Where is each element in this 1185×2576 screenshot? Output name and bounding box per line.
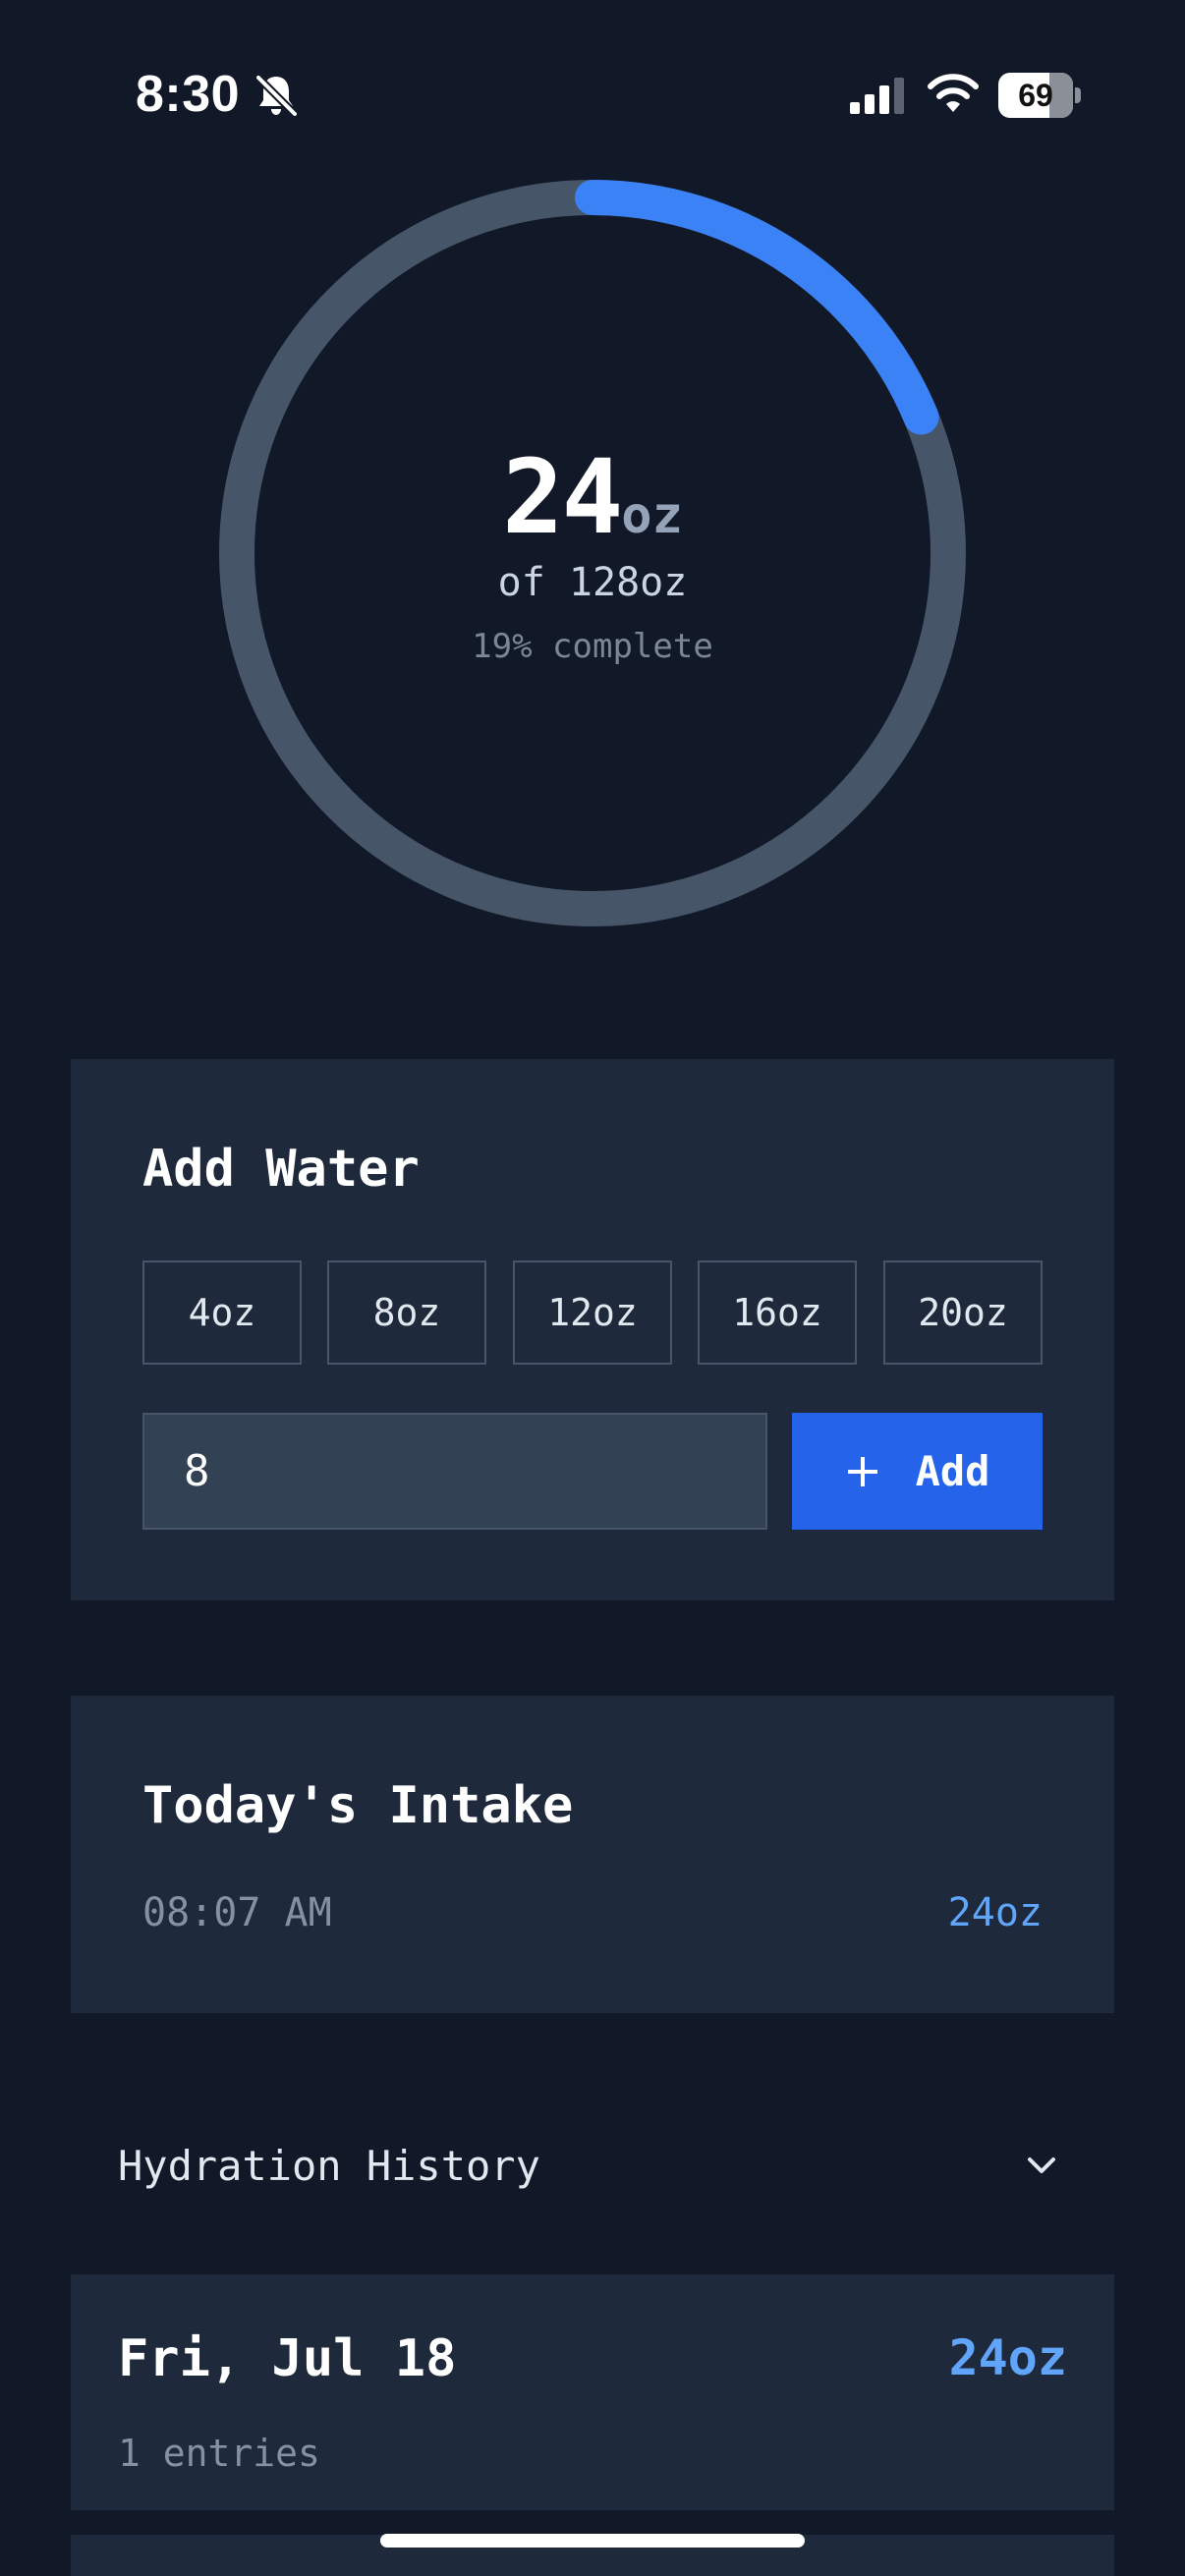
preset-16oz-button[interactable]: 16oz — [698, 1260, 857, 1365]
history-total: 24oz — [948, 2329, 1067, 2386]
progress-unit: oz — [621, 486, 683, 545]
progress-summary: 24oz of 128oz 19% complete — [219, 180, 966, 926]
progress-ring: 24oz of 128oz 19% complete — [219, 180, 966, 926]
preset-12oz-button[interactable]: 12oz — [513, 1260, 672, 1365]
intake-entry-time: 08:07 AM — [142, 1890, 332, 1935]
progress-value: 24 — [502, 437, 623, 557]
water-tracker-screen: 8:30 69 24oz of 128oz 19% complete Add W… — [0, 0, 1185, 2576]
battery-level: 69 — [1018, 78, 1053, 113]
preset-8oz-button[interactable]: 8oz — [327, 1260, 486, 1365]
custom-amount-input[interactable]: 8 — [142, 1413, 767, 1530]
cellular-signal-icon — [850, 78, 904, 114]
bell-slash-icon — [254, 74, 299, 118]
status-bar: 8:30 69 — [0, 0, 1185, 187]
intake-entry-amount: 24oz — [947, 1890, 1043, 1935]
add-water-card: Add Water 4oz 8oz 12oz 16oz 20oz 8 Add — [71, 1059, 1114, 1600]
todays-intake-title: Today's Intake — [142, 1776, 574, 1835]
progress-goal: of 128oz — [497, 560, 688, 605]
add-water-title: Add Water — [142, 1140, 420, 1199]
battery-cap — [1075, 87, 1081, 103]
progress-percent: 19% complete — [472, 627, 713, 666]
hydration-history-title: Hydration History — [118, 2142, 540, 2190]
todays-intake-card: Today's Intake 08:07 AM 24oz — [71, 1696, 1114, 2013]
progress-amount: 24oz — [219, 437, 966, 557]
battery-icon: 69 — [998, 73, 1081, 118]
home-indicator — [380, 2534, 805, 2548]
status-time: 8:30 — [136, 66, 241, 123]
history-date: Fri, Jul 18 — [118, 2329, 457, 2388]
add-button[interactable]: Add — [792, 1413, 1043, 1530]
add-button-label: Add — [915, 1447, 990, 1495]
preset-20oz-button[interactable]: 20oz — [883, 1260, 1043, 1365]
history-entries-count: 1 entries — [118, 2432, 320, 2475]
history-day-item[interactable]: Fri, Jul 18 24oz 1 entries — [71, 2274, 1114, 2510]
hydration-history-toggle[interactable]: Hydration History — [71, 2107, 1114, 2225]
battery-body: 69 — [998, 73, 1073, 118]
preset-4oz-button[interactable]: 4oz — [142, 1260, 302, 1365]
chevron-down-icon — [1028, 2157, 1055, 2173]
preset-buttons: 4oz 8oz 12oz 16oz 20oz — [142, 1260, 1043, 1365]
plus-icon — [847, 1456, 877, 1486]
wifi-icon — [928, 74, 979, 112]
